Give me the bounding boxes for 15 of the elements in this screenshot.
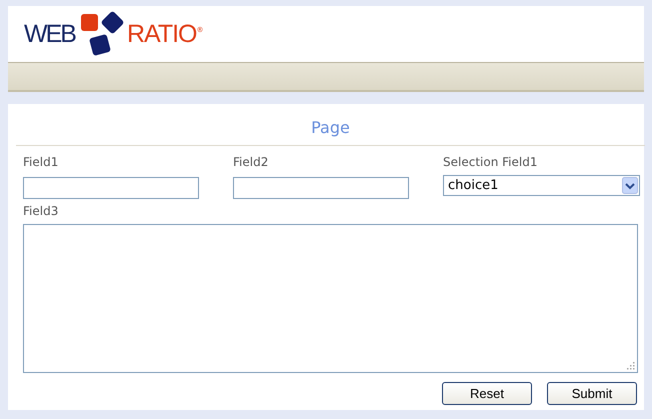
field-label: Field1 (23, 154, 60, 170)
form-button[interactable]: Submit (547, 382, 637, 405)
field-label: Field3 (23, 203, 60, 219)
field-label: Selection Field1 (443, 154, 538, 170)
input-field[interactable] (23, 177, 199, 199)
field-label: Field2 (233, 154, 270, 170)
select-value: choice1 (448, 176, 498, 195)
logo-text: WEB (24, 22, 75, 46)
select-field[interactable]: choice1 (443, 175, 640, 196)
input-field[interactable] (233, 177, 409, 199)
chevron-down-icon (622, 177, 638, 194)
form-button[interactable]: Reset (442, 382, 532, 405)
logo-text: RATIO (126, 22, 196, 46)
resize-grip-icon (625, 360, 635, 370)
page-title: Page (16, 118, 645, 146)
